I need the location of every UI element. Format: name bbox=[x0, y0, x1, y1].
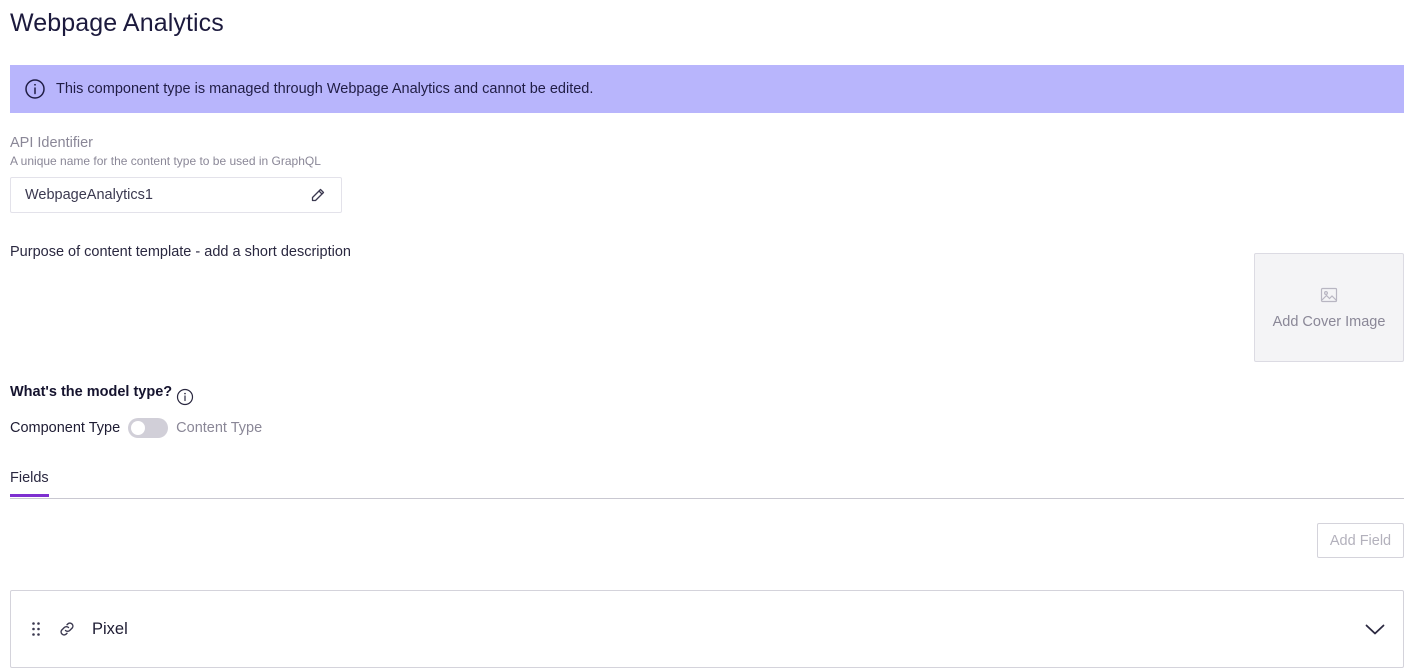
api-identifier-help: A unique name for the content type to be… bbox=[10, 154, 321, 168]
image-icon bbox=[1320, 286, 1338, 304]
add-field-button[interactable]: Add Field bbox=[1317, 523, 1404, 558]
drag-handle-icon[interactable] bbox=[29, 621, 43, 637]
banner-message: This component type is managed through W… bbox=[56, 81, 594, 97]
api-identifier-field[interactable]: WebpageAnalytics1 bbox=[10, 177, 342, 213]
info-circle-icon bbox=[24, 78, 46, 100]
model-type-question: What's the model type? bbox=[10, 384, 173, 400]
add-cover-image-label: Add Cover Image bbox=[1272, 313, 1386, 330]
info-banner: This component type is managed through W… bbox=[10, 65, 1404, 113]
toggle-knob bbox=[131, 421, 146, 435]
description-placeholder[interactable]: Purpose of content template - add a shor… bbox=[10, 244, 351, 260]
field-item-pixel[interactable]: Pixel bbox=[10, 590, 1404, 668]
model-type-toggle-row: Component Type Content Type bbox=[10, 418, 262, 438]
page-title: Webpage Analytics bbox=[10, 9, 224, 37]
model-type-toggle[interactable] bbox=[128, 418, 169, 438]
component-type-label: Component Type bbox=[10, 420, 121, 436]
content-type-label: Content Type bbox=[176, 420, 263, 436]
add-cover-image-button[interactable]: Add Cover Image bbox=[1254, 253, 1404, 362]
api-identifier-value: WebpageAnalytics1 bbox=[25, 187, 153, 203]
pencil-icon[interactable] bbox=[309, 186, 327, 204]
tabs-bar: Fields bbox=[10, 470, 1404, 499]
link-icon bbox=[57, 619, 77, 639]
chevron-down-icon[interactable] bbox=[1364, 618, 1386, 640]
field-name: Pixel bbox=[92, 619, 128, 638]
info-circle-icon[interactable] bbox=[176, 388, 194, 406]
tab-fields[interactable]: Fields bbox=[10, 470, 49, 497]
api-identifier-label: API Identifier bbox=[10, 135, 94, 151]
